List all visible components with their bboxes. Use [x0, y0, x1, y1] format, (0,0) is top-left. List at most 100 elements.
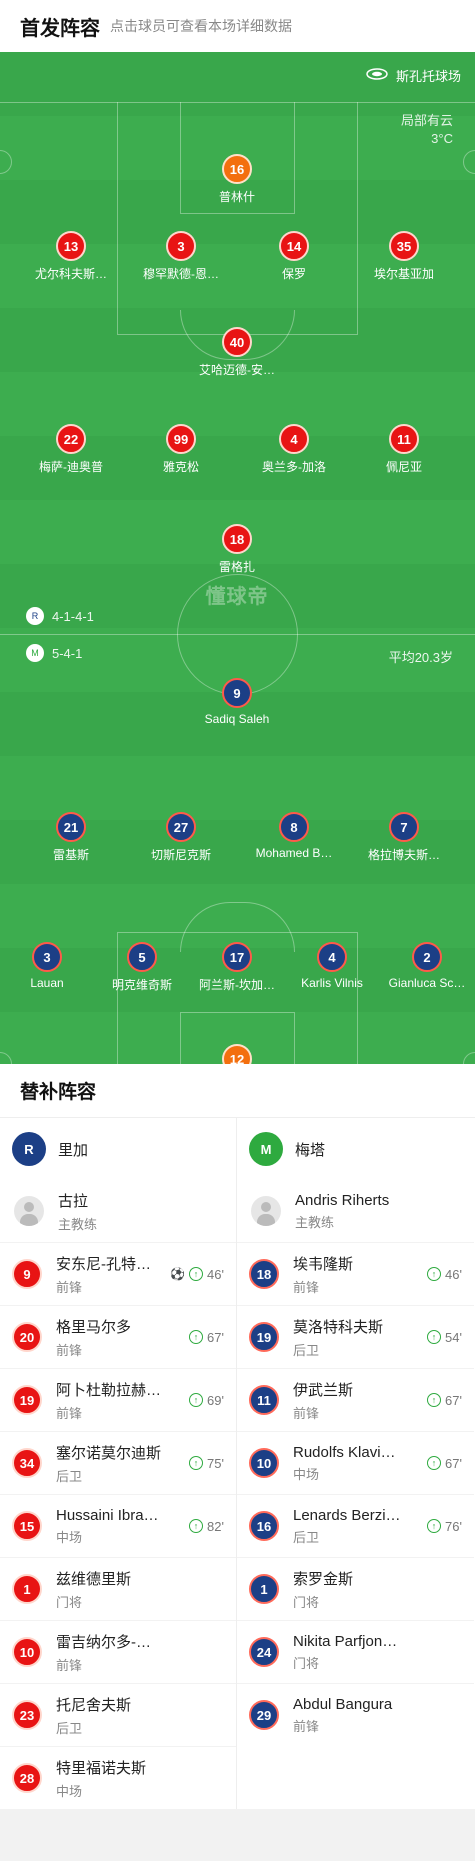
sub-player-row[interactable]: 9 安东尼-孔特… 前锋 ⚽ ↑ 46'	[0, 1242, 236, 1305]
player-number: 13	[56, 231, 86, 261]
sub-player-info: 雷吉纳尔多-… 前锋	[56, 1631, 224, 1674]
sub-player-position: 后卫	[293, 1342, 320, 1358]
home-formation-text: 4-1-4-1	[52, 608, 94, 624]
player-number: 16	[222, 154, 252, 184]
sub-player-info: 莫洛特科夫斯 后卫	[293, 1316, 413, 1359]
player-name: 普林什	[218, 190, 255, 204]
goal-ball-icon: ⚽	[170, 1267, 186, 1281]
player-name: 佩尼亚	[385, 460, 422, 474]
home-coach-row[interactable]: 古拉 主教练	[0, 1180, 236, 1242]
sub-player-position: 前锋	[56, 1342, 83, 1358]
sub-player-row[interactable]: 15 Hussaini Ibra… 中场 ↑ 82'	[0, 1494, 236, 1557]
away-team-row[interactable]: M 梅塔	[237, 1118, 474, 1180]
sub-player-row[interactable]: 18 埃韦隆斯 前锋 ↑ 46'	[237, 1242, 474, 1305]
sub-event: ↑ 76'	[427, 1519, 462, 1534]
pitch-player[interactable]: 9 Sadiq Saleh	[187, 678, 287, 726]
sub-event: ↑ 54'	[427, 1330, 462, 1345]
pitch-player[interactable]: 16 普林什	[187, 154, 287, 205]
pitch-player[interactable]: 4 Karlis Vilnis	[282, 942, 382, 990]
player-number: 17	[222, 942, 252, 972]
watermark: 懂球帝	[205, 586, 269, 608]
stadium-name: 斯孔托球场	[395, 69, 461, 84]
sub-event: ↑ 67'	[427, 1393, 462, 1408]
sub-player-row[interactable]: 10 Rudolfs Klavi… 中场 ↑ 67'	[237, 1431, 474, 1494]
sub-on-minute: 54'	[445, 1329, 462, 1345]
player-number: 12	[222, 1044, 252, 1064]
sub-event: ↑ 67'	[189, 1330, 224, 1345]
sub-player-info: 伊武兰斯 前锋	[293, 1379, 413, 1422]
sub-player-name: 埃韦隆斯	[293, 1255, 354, 1273]
pitch-player[interactable]: 40 艾哈迈德-安…	[187, 327, 287, 378]
sub-player-row[interactable]: 19 莫洛特科夫斯 后卫 ↑ 54'	[237, 1305, 474, 1368]
away-formation-text: 5-4-1	[52, 645, 83, 661]
sub-player-row[interactable]: 1 索罗金斯 门将	[237, 1557, 474, 1620]
pitch-player[interactable]: 99 雅克松	[131, 424, 231, 475]
sub-on-minute: 67'	[445, 1392, 462, 1408]
sub-player-position: 门将	[56, 1594, 83, 1610]
sub-player-row[interactable]: 23 托尼舍夫斯 后卫	[0, 1683, 236, 1746]
pitch-player[interactable]: 27 切斯尼克斯	[131, 812, 231, 863]
sub-player-position: 中场	[293, 1466, 320, 1482]
sub-on-minute: 82'	[207, 1518, 224, 1534]
sub-on-minute: 69'	[207, 1392, 224, 1408]
away-team-name: 梅塔	[295, 1141, 326, 1159]
sub-player-row[interactable]: 11 伊武兰斯 前锋 ↑ 67'	[237, 1368, 474, 1431]
sub-player-number: 28	[12, 1763, 42, 1793]
pitch-player[interactable]: 2 Gianluca Sc…	[377, 942, 475, 990]
sub-player-number: 19	[249, 1322, 279, 1352]
sub-player-name: Lenards Berzi…	[293, 1506, 401, 1524]
sub-player-number: 24	[249, 1637, 279, 1667]
pitch-player[interactable]: 3 穆罕默德-恩…	[131, 231, 231, 282]
sub-player-position: 前锋	[293, 1279, 320, 1295]
pitch-player[interactable]: 7 格拉博夫斯…	[354, 812, 454, 863]
sub-player-row[interactable]: 34 塞尔诺莫尔迪斯 后卫 ↑ 75'	[0, 1431, 236, 1494]
sub-player-row[interactable]: 24 Nikita Parfjon… 门将	[237, 1620, 474, 1683]
sub-player-number: 1	[12, 1574, 42, 1604]
pitch-player[interactable]: 21 雷基斯	[21, 812, 121, 863]
pitch-player[interactable]: 22 梅萨-迪奥普	[21, 424, 121, 475]
sub-on-icon: ↑	[427, 1456, 442, 1470]
sub-on-minute: 75'	[207, 1455, 224, 1471]
pitch-player[interactable]: 11 佩尼亚	[354, 424, 454, 475]
player-number: 99	[166, 424, 196, 454]
home-team-row[interactable]: R 里加	[0, 1118, 236, 1180]
pitch-player[interactable]: 12比泰	[187, 1044, 287, 1064]
sub-player-row[interactable]: 1 兹维德里斯 门将	[0, 1557, 236, 1620]
lineup-header: 首发阵容 点击球员可查看本场详细数据	[0, 0, 475, 52]
pitch-player[interactable]: 35 埃尔基亚加	[354, 231, 454, 282]
sub-player-row[interactable]: 29 Abdul Bangura 前锋	[237, 1683, 474, 1746]
sub-player-position: 前锋	[56, 1657, 83, 1673]
pitch-player[interactable]: 3 Lauan	[0, 942, 97, 990]
pitch: 斯孔托球场 局部有云 3°C 懂球帝 R 4-1-4-1 M 5-4-1 平均2…	[0, 52, 475, 1064]
pitch-player[interactable]: 13 尤尔科夫斯…	[21, 231, 121, 282]
player-number: 21	[56, 812, 86, 842]
sub-player-name: 阿卜杜勒拉赫…	[56, 1381, 162, 1399]
sub-player-row[interactable]: 19 阿卜杜勒拉赫… 前锋 ↑ 69'	[0, 1368, 236, 1431]
pitch-player[interactable]: 4 奥兰多-加洛	[244, 424, 344, 475]
sub-player-info: Abdul Bangura 前锋	[293, 1696, 462, 1735]
player-name: 切斯尼克斯	[150, 848, 211, 862]
sub-player-position: 中场	[56, 1529, 83, 1545]
player-number: 40	[222, 327, 252, 357]
sub-player-position: 后卫	[293, 1529, 320, 1545]
sub-player-row[interactable]: 28 特里福诺夫斯 中场	[0, 1746, 236, 1809]
away-coach-row[interactable]: Andris Riherts 主教练	[237, 1180, 474, 1242]
sub-player-name: 托尼舍夫斯	[56, 1696, 132, 1714]
home-formation: R 4-1-4-1	[26, 607, 94, 625]
sub-player-info: 兹维德里斯 门将	[56, 1568, 224, 1611]
sub-player-number: 1	[249, 1574, 279, 1604]
pitch-player[interactable]: 8 Mohamed B…	[244, 812, 344, 860]
pitch-player[interactable]: 17 阿兰斯-坎加…	[187, 942, 287, 993]
player-name: Lauan	[30, 976, 64, 990]
sub-player-position: 中场	[56, 1783, 83, 1799]
pitch-player[interactable]: 18 雷格扎	[187, 524, 287, 575]
player-name: 保罗	[281, 267, 306, 281]
sub-on-minute: 67'	[207, 1329, 224, 1345]
pitch-player[interactable]: 5 明克维奇斯	[92, 942, 192, 993]
sub-player-row[interactable]: 20 格里马尔多 前锋 ↑ 67'	[0, 1305, 236, 1368]
player-name: 梅萨-迪奥普	[39, 460, 103, 474]
sub-event: ⚽ ↑ 46'	[170, 1267, 224, 1282]
sub-player-row[interactable]: 10 雷吉纳尔多-… 前锋	[0, 1620, 236, 1683]
pitch-player[interactable]: 14 保罗	[244, 231, 344, 282]
sub-player-row[interactable]: 16 Lenards Berzi… 后卫 ↑ 76'	[237, 1494, 474, 1557]
